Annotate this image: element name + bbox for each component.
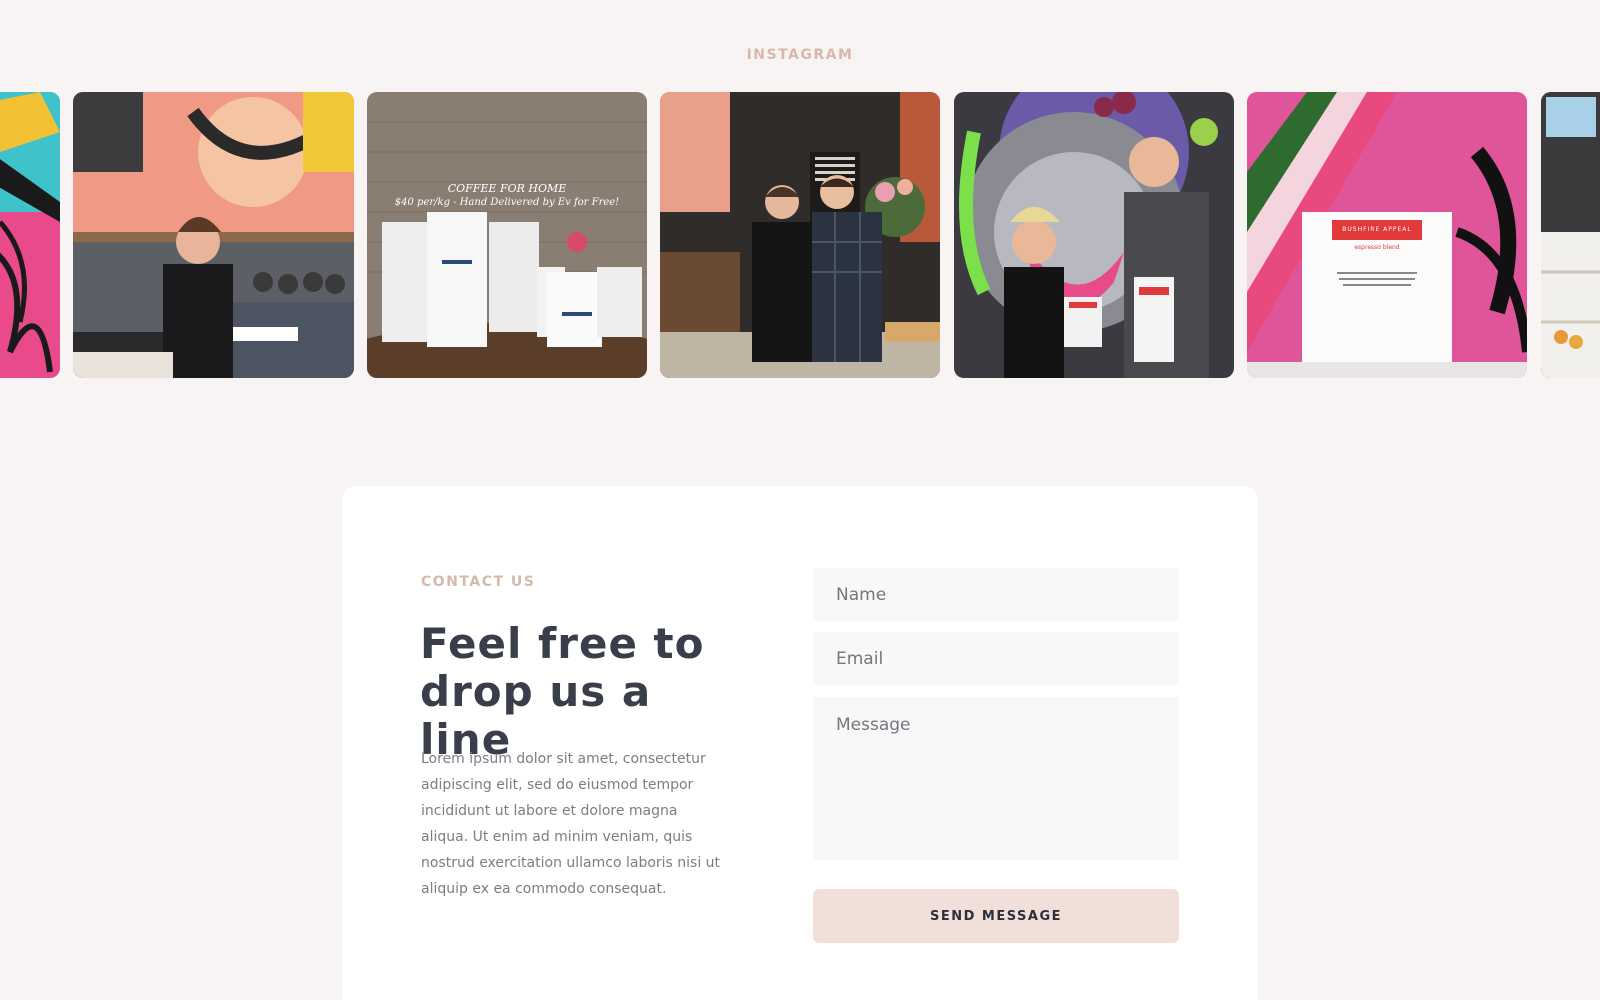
instagram-post-barista[interactable] — [73, 92, 354, 378]
instagram-post-mural-left[interactable] — [0, 92, 60, 378]
contact-headline: Feel free to drop us a line — [420, 619, 705, 764]
promo-caption-line2: $40 per/kg - Hand Delivered by Ev for Fr… — [394, 197, 620, 208]
promo-caption-line1: COFFEE FOR HOME — [447, 182, 567, 195]
instagram-heading: INSTAGRAM — [746, 47, 854, 63]
owners-image — [660, 92, 940, 378]
instagram-post-bushfire-appeal[interactable]: BUSHFIRE APPEAL espresso blend — [1247, 92, 1527, 378]
cafe-right-image — [1541, 92, 1600, 378]
message-field[interactable] — [813, 697, 1179, 860]
contact-card: CONTACT US Feel free to drop us a line L… — [342, 486, 1258, 1000]
instagram-post-coffee-promo[interactable]: COFFEE FOR HOME $40 per/kg - Hand Delive… — [367, 92, 647, 378]
gorilla-mural-image — [954, 92, 1234, 378]
contact-body-text: Lorem ipsum dolor sit amet, consectetur … — [421, 751, 721, 897]
instagram-post-owners[interactable] — [660, 92, 940, 378]
instagram-gallery: COFFEE FOR HOME $40 per/kg - Hand Delive… — [0, 92, 1600, 378]
contact-eyebrow: CONTACT US — [421, 574, 536, 590]
instagram-post-gorilla-mural[interactable] — [954, 92, 1234, 378]
bag-label: BUSHFIRE APPEAL — [1342, 226, 1412, 233]
bag-sub: espresso blend — [1354, 244, 1400, 251]
barista-image — [73, 92, 354, 378]
send-message-button[interactable]: SEND MESSAGE — [813, 889, 1179, 943]
mural-image — [0, 92, 60, 378]
name-field[interactable] — [813, 568, 1179, 622]
email-field[interactable] — [813, 632, 1179, 686]
bushfire-bag-image — [1247, 92, 1527, 378]
instagram-post-cafe-right[interactable] — [1541, 92, 1600, 378]
coffee-bags-image — [367, 92, 647, 378]
